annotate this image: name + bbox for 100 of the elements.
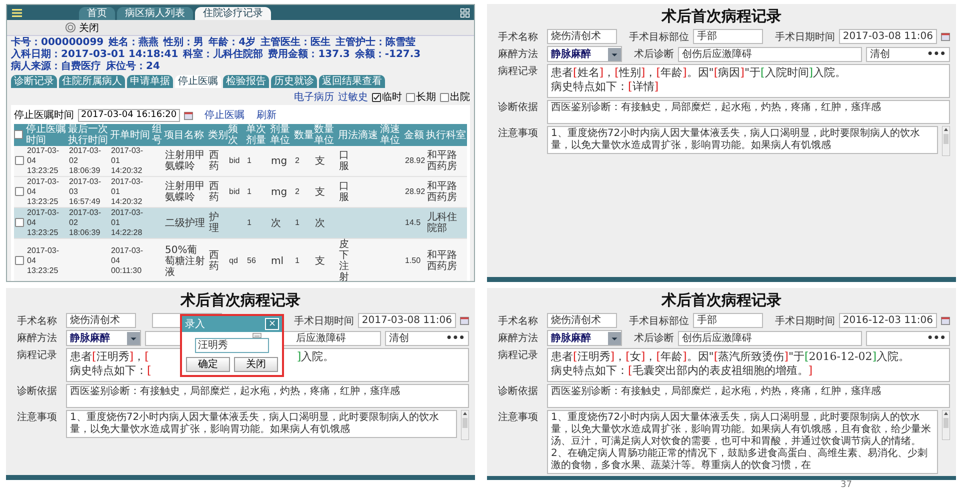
text-field[interactable]: 创伤后应激障碍 [678, 46, 862, 62]
caret-icon [608, 48, 621, 60]
table-cell: 2017-03-02 18:06:39 [69, 146, 102, 175]
table-cell: 西药 [209, 250, 219, 272]
top-tab[interactable]: 病区病人列表 [117, 7, 193, 20]
top-tab[interactable]: 住院诊疗记录 [195, 7, 271, 20]
table-cell: 1 [247, 187, 252, 196]
action-link[interactable]: 停止医嘱 [204, 108, 245, 122]
lookup-field[interactable]: 清创 ••• [385, 330, 469, 346]
close-button[interactable]: × [265, 318, 279, 330]
record-text: ]入院。 [296, 350, 334, 364]
calendar-icon[interactable] [941, 32, 950, 41]
scrollbar[interactable] [461, 410, 469, 440]
patient-info-item: 科室：儿科住院部 [183, 49, 264, 61]
calendar-icon[interactable] [460, 316, 469, 325]
table-cell: 和平路西药房 [427, 250, 457, 272]
table-cell: 次 [315, 218, 325, 228]
close-button[interactable]: 关闭 [63, 21, 101, 34]
tab[interactable]: 住院所属病人 [59, 75, 125, 88]
scrollbar[interactable] [942, 410, 950, 440]
dialog-button[interactable]: 关闭 [234, 357, 278, 372]
column-header: 金额 [404, 130, 424, 140]
table-cell: 和平路西药房 [427, 150, 457, 172]
link[interactable]: 电子病历 [294, 90, 334, 104]
table-cell: 50%葡萄糖注射液 [165, 244, 205, 278]
dropdown[interactable]: 静脉麻醉 [66, 330, 141, 346]
record-text: 患者[汪明秀]，[ [70, 350, 149, 364]
row-checkbox[interactable] [15, 218, 24, 228]
field-label: 术后诊断 [634, 332, 674, 345]
field-label: 注意事项 [16, 410, 58, 424]
text-field[interactable]: 2017-03-08 11:06 [838, 29, 937, 44]
notes-textarea[interactable]: 1、重度烧伤72小时内病人因大量体液丢失，病人口渴明显，此时要限制病人的饮水量，以免大量饮水造成胃扩张，影响胃功能。如果病人有饥饿感 [66, 410, 457, 438]
text-field[interactable]: 烧伤清创术 [547, 313, 617, 328]
select-all-checkbox[interactable] [14, 130, 23, 140]
field-label: 病程记录 [497, 64, 539, 78]
field-label: 病程记录 [16, 348, 58, 362]
checkbox[interactable] [372, 92, 381, 102]
record-textarea[interactable]: 患者[姓名]，[性别]，[年龄]。因"[病因]"于[入院时间]入院。 病史特点如下：[详情] [547, 64, 950, 98]
link[interactable]: 过敏史 [338, 90, 368, 104]
calendar-icon[interactable] [941, 316, 950, 325]
column-header: 开单时间 [110, 130, 150, 140]
record-textarea[interactable]: 患者[汪明秀]，[女]，[年龄]。因"[蒸汽所致烫伤]"于[2016-12-02]入院。 病史特点如下：[毛囊突出部内的表皮祖细胞的增殖。] [547, 348, 950, 382]
lookup-field[interactable]: ••• [866, 330, 950, 346]
text-field[interactable]: 烧伤清创术 [66, 313, 136, 328]
diagnosis-textarea[interactable]: 西医鉴别诊断：有接触史，局部糜烂，起水疱，灼热，疼痛，红肿，瘙痒感 [547, 100, 950, 124]
column-header: 数量单位 [314, 124, 334, 146]
tab[interactable]: 返回结果查看 [319, 75, 385, 88]
note-paragraph: 1、重度烧伤72小时内病人因大量体液丢失，病人口渴明显，此时要限制病人的饮水量，以免大量饮水造成胃扩张，影响胃功能。如果病人有饥饿感 [551, 128, 922, 152]
top-tab[interactable]: 首页 [79, 7, 115, 20]
action-link[interactable]: 刷新 [256, 108, 277, 122]
note-paragraph: 1、重度烧伤72小时内病人因大量体液丢失，病人口渴明显，此时要限制病人的饮水量，以免大量饮水造成胃扩张，影响胃功能。如果病人有饥饿感，且有食欲，给少量米汤、豆汁，可满足病人对饮食的需要，也可中和胃酸，并通过饮食调节病人的情绪。 [551, 412, 932, 448]
table-cell: 2017-03-04 13:23:25 [27, 246, 60, 275]
tab[interactable]: 检验报告 [223, 75, 269, 88]
patient-info-item: 病人来源：自费医疗 [11, 61, 101, 73]
keyboard-icon[interactable] [252, 333, 262, 338]
tab[interactable]: 历史就诊 [271, 75, 317, 88]
patient-info-item: 入科日期：2017-03-01 14:18:41 [11, 49, 178, 60]
column-header: 最后一次执行时间 [68, 124, 108, 146]
date-field[interactable]: 2017-03-04 16:16:20 [78, 108, 180, 122]
table-cell: 28.92 [405, 187, 426, 196]
text-field[interactable]: 2016-12-03 11:06 [838, 313, 937, 328]
menu-icon[interactable] [11, 6, 23, 18]
caret-icon [608, 332, 621, 344]
notes-textarea[interactable]: 1、重度烧伤72小时内病人因大量体液丢失，病人口渴明显，此时要限制病人的饮水量，以免大量饮水造成胃扩张，影响胃功能。如果病人有饥饿感，且有食欲，给少量米汤、豆汁，可满足病人对饮食的需要，也可中和胃酸，并通过饮食调节病人的情绪。 2、在确定病人胃肠功能正常的情况下，鼓励多进食高蛋白、高维生素、易消化、少刺激的食物，多食水果、蔬菜汁等。尊重病人的饮食习惯，在 [547, 410, 938, 474]
table-cell: 2017-03-04 13:23:25 [27, 146, 60, 175]
text-field[interactable]: 手部 [693, 29, 763, 44]
dropdown[interactable]: 静脉麻醉 [547, 330, 622, 346]
tab[interactable]: 停止医嘱 [175, 75, 221, 88]
table-cell: 儿科住院部 [427, 212, 457, 234]
table-cell: 2017-03-02 18:06:39 [69, 208, 102, 237]
column-header: 单次剂量 [246, 124, 266, 146]
checkbox[interactable] [406, 92, 415, 102]
row-checkbox[interactable] [15, 187, 24, 196]
dialog-button[interactable]: 确定 [186, 357, 230, 372]
input-field[interactable]: 汪明秀 [195, 338, 269, 353]
checkbox-label: 出院 [450, 90, 470, 104]
tab[interactable]: 申请单据 [127, 75, 173, 88]
note-paragraph: 2、在确定病人胃肠功能正常的情况下，鼓励多进食高蛋白、高维生素、易消化、少刺激的食物，多食水果、蔬菜汁等。尊重病人的饮食习惯，在 [551, 448, 928, 472]
record-text: 患者[汪明秀]，[女]，[年龄]。因"[蒸汽所致烫伤]"于[2016-12-02]入院。 [551, 350, 910, 364]
field-label: 手术目标部位 [629, 314, 689, 328]
text-field[interactable]: 手部 [693, 313, 763, 328]
notes-textarea[interactable]: 1、重度烧伤72小时内病人因大量体液丢失，病人口渴明显，此时要限制病人的饮水量，以免大量饮水造成胃扩张，影响胃功能。如果病人有饥饿感 [547, 126, 938, 154]
diagnosis-textarea[interactable]: 西医鉴别诊断：有接触史，局部糜烂，起水疱，灼热，疼痛，红肿，瘙痒感 [66, 384, 469, 408]
grid-icon[interactable] [460, 8, 470, 18]
tab[interactable]: 诊断记录 [11, 75, 57, 88]
text-field[interactable]: 创伤后应激障碍 [678, 330, 862, 346]
page-number: 37 [840, 480, 852, 490]
row-checkbox[interactable] [15, 256, 24, 266]
table-cell: 西药 [209, 150, 219, 172]
text-field[interactable]: 烧伤清创术 [547, 29, 617, 44]
lookup-field[interactable]: 清创 ••• [866, 46, 950, 62]
text-field[interactable]: 2017-03-08 11:06 [358, 313, 456, 328]
calendar-icon[interactable] [184, 110, 193, 120]
diagnosis-textarea[interactable]: 西医鉴别诊断：有接触史，局部糜烂，起水疱，灼热，疼痛，红肿，瘙痒感 [547, 384, 950, 408]
scrollbar[interactable] [942, 126, 950, 156]
checkbox[interactable] [440, 92, 449, 102]
column-header: 组号 [152, 124, 162, 146]
dropdown[interactable]: 静脉麻醉 [547, 46, 622, 62]
row-checkbox[interactable] [15, 156, 24, 166]
field-label: 手术名称 [497, 30, 539, 44]
